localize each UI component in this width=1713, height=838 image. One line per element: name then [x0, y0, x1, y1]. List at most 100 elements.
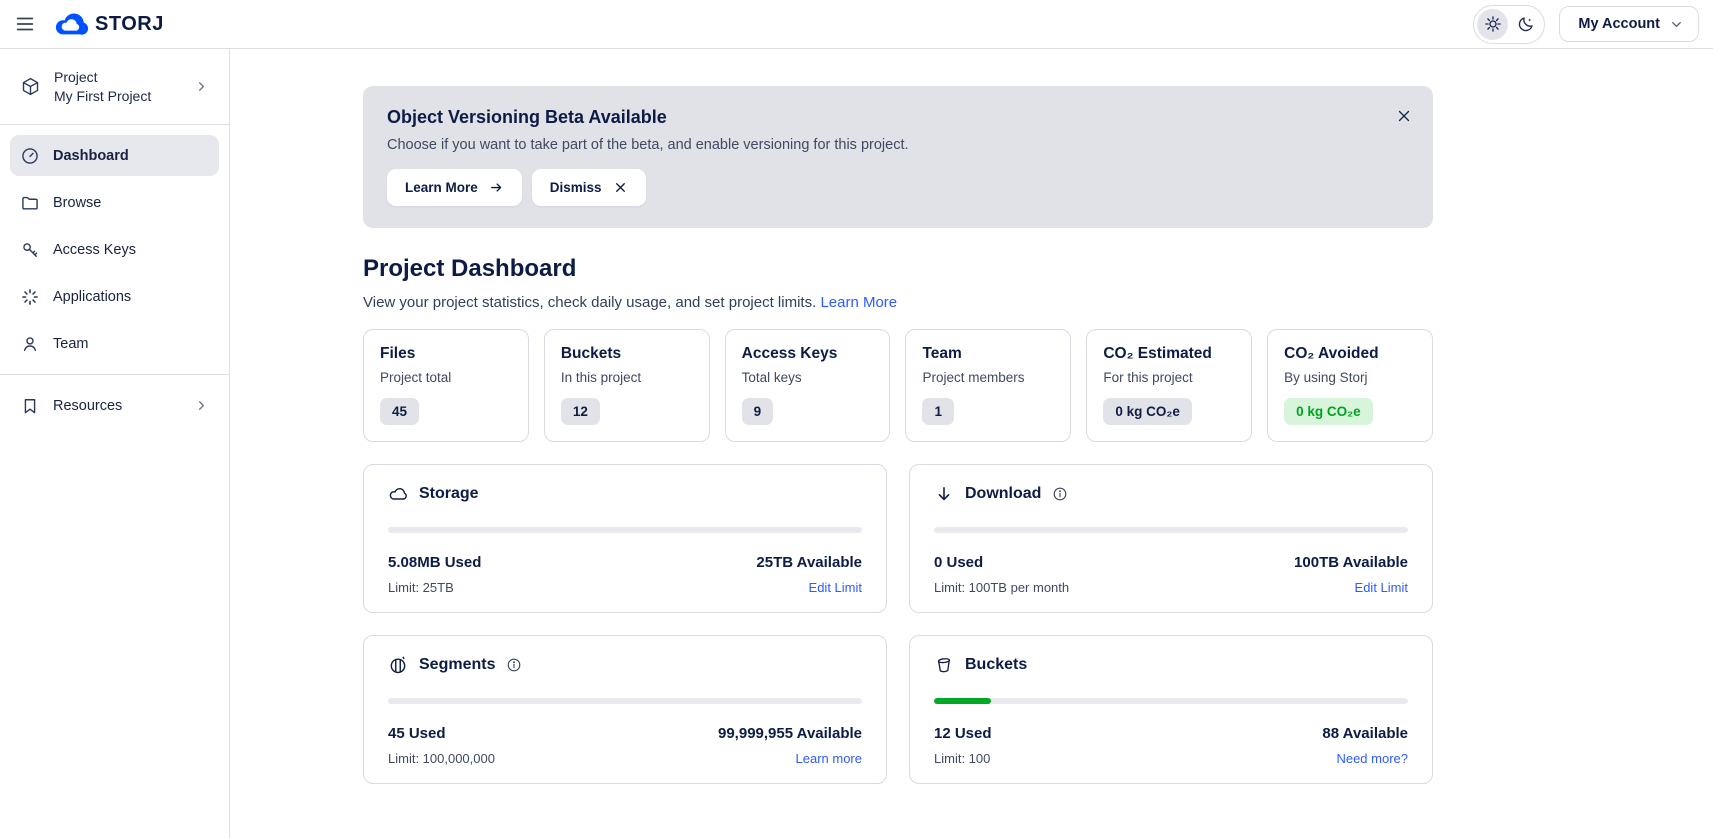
usage-card-title: Segments [419, 656, 495, 674]
arrow-down-icon [934, 484, 954, 504]
usage-card-title: Download [965, 485, 1041, 503]
project-label: Project [54, 69, 181, 85]
subtitle-learn-more-link[interactable]: Learn More [820, 294, 897, 311]
segments-progress-bar [388, 698, 862, 704]
my-account-button[interactable]: My Account [1559, 6, 1699, 42]
sidebar-item-label: Browse [53, 195, 101, 211]
usage-card-storage: Storage 5.08MB Used 25TB Available Limit… [363, 464, 887, 613]
arrow-right-icon [489, 180, 504, 195]
storj-cloud-icon [54, 11, 88, 38]
sidebar-item-team[interactable]: Team [10, 323, 219, 364]
banner-description: Choose if you want to take part of the b… [387, 137, 1409, 153]
stat-card-buckets: Buckets In this project 12 [544, 329, 710, 442]
stat-card-subtitle: Total keys [742, 370, 874, 385]
stat-card-title: Files [380, 345, 512, 363]
buckets-used: 12 Used [934, 725, 992, 742]
cloud-icon [388, 484, 408, 504]
page-subtitle: View your project statistics, check dail… [363, 294, 1433, 311]
sidebar-item-label: Team [53, 336, 88, 352]
segments-icon [388, 655, 408, 675]
storj-logo[interactable]: STORJ [54, 11, 164, 38]
segments-limit: Limit: 100,000,000 [388, 751, 495, 766]
usage-card-title: Storage [419, 485, 479, 503]
info-icon[interactable] [506, 657, 522, 673]
stat-card-co2-avoided: CO₂ Avoided By using Storj 0 kg CO₂e [1267, 329, 1433, 442]
project-selector[interactable]: Project My First Project [10, 63, 219, 114]
stat-card-team: Team Project members 1 [905, 329, 1071, 442]
stat-card-value: 9 [742, 398, 774, 425]
stats-grid: Files Project total 45 Buckets In this p… [363, 329, 1433, 442]
download-edit-limit-link[interactable]: Edit Limit [1355, 580, 1408, 595]
person-icon [20, 334, 40, 354]
bookmark-icon [20, 396, 40, 416]
usage-card-buckets: Buckets 12 Used 88 Available Limit: 100 … [909, 635, 1433, 784]
download-limit: Limit: 100TB per month [934, 580, 1069, 595]
usage-card-title: Buckets [965, 656, 1027, 674]
storage-available: 25TB Available [756, 554, 862, 571]
stat-card-files: Files Project total 45 [363, 329, 529, 442]
sidebar-item-access-keys[interactable]: Access Keys [10, 229, 219, 270]
segments-available: 99,999,955 Available [718, 725, 862, 742]
sidebar-item-dashboard[interactable]: Dashboard [10, 135, 219, 176]
logo-text: STORJ [95, 13, 164, 36]
sidebar-divider [0, 374, 229, 375]
stat-card-subtitle: By using Storj [1284, 370, 1416, 385]
sidebar-item-browse[interactable]: Browse [10, 182, 219, 223]
stat-card-access-keys: Access Keys Total keys 9 [725, 329, 891, 442]
learn-more-button[interactable]: Learn More [387, 169, 522, 206]
buckets-need-more-link[interactable]: Need more? [1336, 751, 1408, 766]
main-content: Object Versioning Beta Available Choose … [230, 49, 1713, 784]
stat-card-title: Buckets [561, 345, 693, 363]
stat-card-subtitle: For this project [1103, 370, 1235, 385]
stat-card-value: 45 [380, 398, 419, 425]
hamburger-icon[interactable] [14, 13, 36, 35]
banner-title: Object Versioning Beta Available [387, 107, 1409, 128]
buckets-available: 88 Available [1322, 725, 1408, 742]
download-progress-bar [934, 527, 1408, 533]
buckets-progress-bar [934, 698, 1408, 704]
close-icon [1395, 107, 1413, 125]
banner-close-button[interactable] [1395, 107, 1413, 125]
dismiss-button[interactable]: Dismiss [532, 169, 646, 206]
sidebar-item-label: Resources [53, 398, 122, 414]
page-title: Project Dashboard [363, 255, 1433, 283]
storage-used: 5.08MB Used [388, 554, 481, 571]
cube-icon [20, 76, 41, 97]
folder-icon [20, 193, 40, 213]
stat-card-co2-estimated: CO₂ Estimated For this project 0 kg CO₂e [1086, 329, 1252, 442]
stat-card-subtitle: In this project [561, 370, 693, 385]
segments-used: 45 Used [388, 725, 446, 742]
storage-edit-limit-link[interactable]: Edit Limit [809, 580, 862, 595]
sparkle-icon [20, 287, 40, 307]
sidebar-divider [0, 124, 229, 125]
stat-card-subtitle: Project total [380, 370, 512, 385]
usage-card-download: Download 0 Used 100TB Available Limit: 1… [909, 464, 1433, 613]
stat-card-value: 0 kg CO₂e [1103, 398, 1192, 425]
sidebar: Project My First Project Dashboard Brows… [0, 49, 230, 838]
chevron-down-icon [1669, 17, 1684, 32]
page-subtitle-text: View your project statistics, check dail… [363, 294, 816, 311]
app-header: STORJ My Account [0, 0, 1713, 49]
sun-icon[interactable] [1477, 9, 1508, 40]
segments-learn-more-link[interactable]: Learn more [796, 751, 862, 766]
sidebar-item-label: Dashboard [53, 148, 129, 164]
storage-limit: Limit: 25TB [388, 580, 454, 595]
key-icon [20, 240, 40, 260]
versioning-beta-banner: Object Versioning Beta Available Choose … [363, 86, 1433, 228]
usage-grid: Storage 5.08MB Used 25TB Available Limit… [363, 464, 1433, 784]
sidebar-item-applications[interactable]: Applications [10, 276, 219, 317]
my-account-label: My Account [1578, 16, 1660, 32]
sidebar-item-resources[interactable]: Resources [10, 385, 219, 426]
download-used: 0 Used [934, 554, 983, 571]
stat-card-title: CO₂ Estimated [1103, 345, 1235, 363]
stat-card-value: 0 kg CO₂e [1284, 398, 1373, 425]
info-icon[interactable] [1052, 486, 1068, 502]
stat-card-title: Access Keys [742, 345, 874, 363]
chevron-right-icon [194, 398, 209, 413]
project-name: My First Project [54, 88, 181, 104]
moon-icon[interactable] [1510, 9, 1541, 40]
sidebar-item-label: Access Keys [53, 242, 136, 258]
stat-card-subtitle: Project members [922, 370, 1054, 385]
chevron-right-icon [194, 79, 209, 94]
gauge-icon [20, 146, 40, 166]
